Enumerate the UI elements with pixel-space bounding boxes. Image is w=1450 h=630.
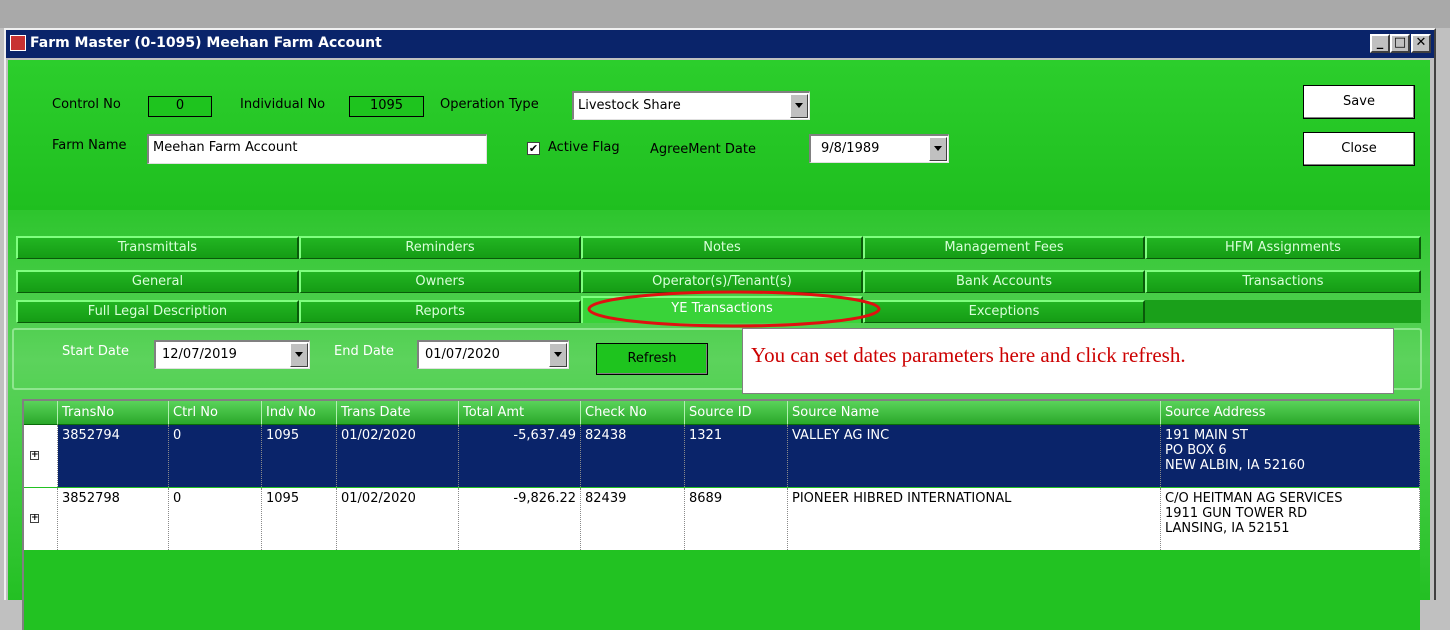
agreement-date-value: 9/8/1989 (821, 141, 880, 156)
col-ctrl-no[interactable]: Ctrl No (169, 401, 262, 425)
col-total-amt[interactable]: Total Amt (459, 401, 581, 425)
address-line-3: NEW ALBIN, IA 52160 (1165, 458, 1306, 473)
cell-check-no: 82439 (581, 488, 685, 550)
tab-exceptions[interactable]: Exceptions (863, 300, 1145, 323)
tab-reminders[interactable]: Reminders (299, 236, 581, 259)
expand-plus-icon[interactable]: + (30, 514, 39, 523)
cell-trans-date: 01/02/2020 (337, 425, 459, 487)
farm-name-label: Farm Name (52, 138, 127, 153)
tab-hfm-assignments[interactable]: HFM Assignments (1145, 236, 1421, 259)
start-date-label: Start Date (62, 344, 129, 359)
cell-source-id: 8689 (685, 488, 788, 550)
control-no-field: 0 (148, 96, 212, 117)
tab-notes[interactable]: Notes (581, 236, 863, 259)
app-icon (10, 35, 26, 51)
col-check-no[interactable]: Check No (581, 401, 685, 425)
address-line-3: LANSING, IA 52151 (1165, 521, 1290, 536)
minimize-button[interactable]: _ (1370, 34, 1390, 53)
address-line-2: 1911 GUN TOWER RD (1165, 506, 1308, 521)
end-date-picker[interactable]: 01/07/2020 (417, 340, 569, 369)
tab-row-filler (1145, 300, 1421, 323)
tab-full-legal-description[interactable]: Full Legal Description (16, 300, 299, 323)
close-window-button[interactable]: ✕ (1411, 34, 1431, 53)
address-line-1: C/O HEITMAN AG SERVICES (1165, 491, 1343, 506)
form-client-area: Control No 0 Individual No 1095 Operatio… (8, 60, 1430, 630)
tab-transmittals[interactable]: Transmittals (16, 236, 299, 259)
cell-ctrl-no: 0 (169, 425, 262, 487)
tab-reports[interactable]: Reports (299, 300, 581, 323)
col-source-address[interactable]: Source Address (1161, 401, 1420, 425)
col-trans-date[interactable]: Trans Date (337, 401, 459, 425)
chevron-down-icon[interactable] (290, 343, 308, 367)
cell-source-address: C/O HEITMAN AG SERVICES 1911 GUN TOWER R… (1161, 488, 1420, 550)
desktop-right-strip (1436, 28, 1450, 598)
cell-trans-no: 3852794 (58, 425, 169, 487)
row-expander-cell: + (24, 425, 58, 487)
address-line-2: PO BOX 6 (1165, 443, 1227, 458)
chevron-down-icon[interactable] (929, 137, 947, 161)
table-row[interactable]: + 3852794 0 1095 01/02/2020 -5,637.49 82… (24, 425, 1420, 487)
highlight-ellipse (587, 290, 881, 328)
individual-no-field: 1095 (349, 96, 424, 117)
col-trans-no[interactable]: TransNo (58, 401, 169, 425)
operation-type-label: Operation Type (440, 97, 539, 112)
col-source-name[interactable]: Source Name (788, 401, 1161, 425)
end-date-label: End Date (334, 344, 394, 359)
maximize-button[interactable]: □ (1390, 34, 1410, 53)
chevron-down-icon[interactable] (549, 343, 567, 367)
instruction-callout: You can set dates parameters here and cl… (742, 328, 1394, 394)
callout-text: You can set dates parameters here and cl… (751, 343, 1186, 367)
tab-general[interactable]: General (16, 270, 299, 293)
tab-transactions[interactable]: Transactions (1145, 270, 1421, 293)
cell-check-no: 82438 (581, 425, 685, 487)
operation-type-dropdown[interactable]: Livestock Share (572, 91, 810, 120)
cell-trans-date: 01/02/2020 (337, 488, 459, 550)
close-button[interactable]: Close (1303, 132, 1415, 166)
desktop-top-strip (0, 0, 1450, 28)
tab-bank-accounts[interactable]: Bank Accounts (863, 270, 1145, 293)
active-flag-label: Active Flag (548, 140, 620, 155)
start-date-picker[interactable]: 12/07/2019 (154, 340, 310, 369)
address-line-1: 191 MAIN ST (1165, 428, 1248, 443)
ye-transactions-grid: TransNo Ctrl No Indv No Trans Date Total… (22, 399, 1420, 630)
col-source-id[interactable]: Source ID (685, 401, 788, 425)
agreement-date-label: AgreeMent Date (650, 142, 756, 157)
cell-ctrl-no: 0 (169, 488, 262, 550)
active-flag-checkbox[interactable]: ✔ (527, 142, 540, 155)
refresh-button[interactable]: Refresh (596, 343, 708, 375)
cell-total-amt: -9,826.22 (459, 488, 581, 550)
cell-source-address: 191 MAIN ST PO BOX 6 NEW ALBIN, IA 52160 (1161, 425, 1420, 487)
control-no-label: Control No (52, 97, 121, 112)
farm-name-input[interactable]: Meehan Farm Account (147, 134, 487, 164)
save-button[interactable]: Save (1303, 85, 1415, 119)
window-title: Farm Master (0-1095) Meehan Farm Account (30, 35, 382, 51)
col-indv-no[interactable]: Indv No (262, 401, 337, 425)
cell-trans-no: 3852798 (58, 488, 169, 550)
farm-master-window: Farm Master (0-1095) Meehan Farm Account… (4, 28, 1436, 630)
cell-indv-no: 1095 (262, 425, 337, 487)
title-bar[interactable]: Farm Master (0-1095) Meehan Farm Account… (6, 30, 1434, 58)
start-date-value: 12/07/2019 (162, 347, 237, 362)
operation-type-value: Livestock Share (578, 98, 681, 113)
cell-source-id: 1321 (685, 425, 788, 487)
cell-total-amt: -5,637.49 (459, 425, 581, 487)
cell-source-name: VALLEY AG INC (788, 425, 1161, 487)
table-row[interactable]: + 3852798 0 1095 01/02/2020 -9,826.22 82… (24, 488, 1420, 550)
chevron-down-icon[interactable] (790, 94, 808, 118)
header-expander-cell (24, 401, 58, 425)
tab-management-fees[interactable]: Management Fees (863, 236, 1145, 259)
cell-source-name: PIONEER HIBRED INTERNATIONAL (788, 488, 1161, 550)
tab-owners[interactable]: Owners (299, 270, 581, 293)
individual-no-label: Individual No (240, 97, 326, 112)
row-expander-cell: + (24, 488, 58, 550)
grid-header: TransNo Ctrl No Indv No Trans Date Total… (24, 401, 1420, 425)
agreement-date-picker[interactable]: 9/8/1989 (809, 134, 949, 163)
end-date-value: 01/07/2020 (425, 347, 500, 362)
cell-indv-no: 1095 (262, 488, 337, 550)
expand-plus-icon[interactable]: + (30, 451, 39, 460)
